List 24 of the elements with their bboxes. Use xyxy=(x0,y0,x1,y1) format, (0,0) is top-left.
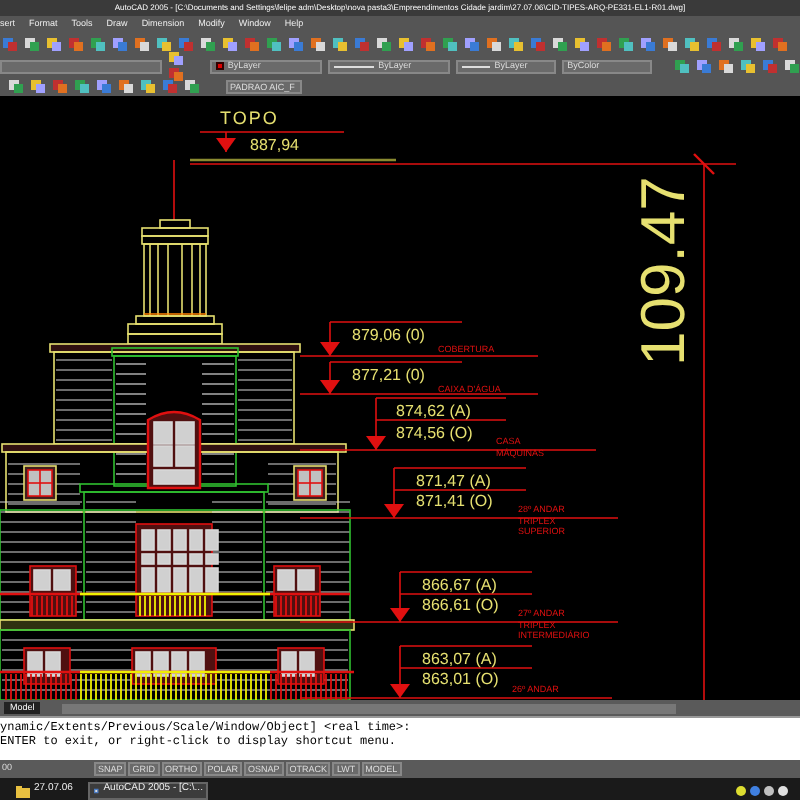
window xyxy=(293,465,327,501)
elevation-value: 877,21 (0) xyxy=(352,366,425,384)
lineweight-preview-icon xyxy=(462,65,491,67)
folder-icon xyxy=(16,783,30,797)
elevation-value: 874,62 (A) xyxy=(396,402,471,420)
arched-window xyxy=(146,410,202,490)
elevation-value: 874,56 (O) xyxy=(396,424,473,442)
linetype-preview-icon xyxy=(334,65,375,67)
elevation-value: 879,06 (0) xyxy=(352,326,425,344)
level-label: TOPO xyxy=(220,108,279,128)
window xyxy=(135,523,219,617)
elevation-value: 871,41 (O) xyxy=(416,492,493,510)
elevation-value: 871,47 (A) xyxy=(416,472,491,490)
overall-height-dimension: 109.47 xyxy=(628,176,698,366)
elevation-value: 863,07 (A) xyxy=(422,650,497,668)
elevation-value: 863,01 (O) xyxy=(422,670,499,688)
elevation-value: 866,61 (O) xyxy=(422,596,499,614)
application-icon xyxy=(94,783,100,797)
elevation-value: 866,67 (A) xyxy=(422,576,497,594)
window xyxy=(23,465,57,501)
horizontal-scrollbar[interactable] xyxy=(62,703,676,713)
color-swatch-icon xyxy=(215,62,224,70)
elevation-value: 887,94 xyxy=(250,136,299,154)
level-marker-icon xyxy=(216,138,236,152)
